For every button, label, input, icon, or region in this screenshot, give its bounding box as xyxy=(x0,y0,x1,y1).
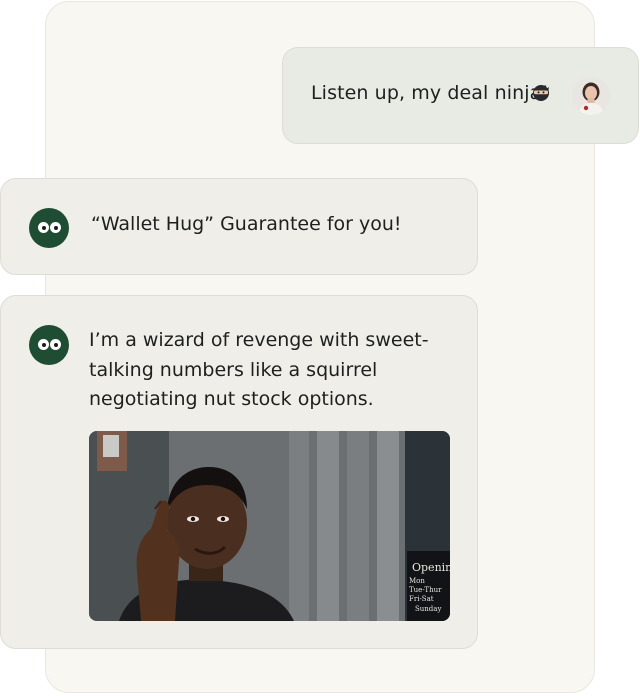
bot-message-text: “Wallet Hug” Guarantee for you! xyxy=(91,213,402,235)
eye-icon xyxy=(50,339,61,350)
svg-text:Sunday: Sunday xyxy=(415,605,441,613)
eye-icon xyxy=(38,222,49,233)
user-avatar xyxy=(572,77,610,115)
user-message-text: Listen up, my deal ninja! xyxy=(311,82,550,104)
user-message-bubble: Listen up, my deal ninja! xyxy=(282,47,639,144)
eyes-bot-avatar-icon xyxy=(29,325,69,365)
svg-text:Mon: Mon xyxy=(409,577,425,585)
eye-icon xyxy=(38,339,49,350)
meme-image[interactable]: Opening Mon Tue-Thur Fri-Sat Sunday xyxy=(89,431,450,621)
bot-message-bubble: “Wallet Hug” Guarantee for you! xyxy=(0,178,478,275)
svg-text:Opening: Opening xyxy=(412,561,450,574)
ninja-emoji-icon xyxy=(532,84,550,102)
svg-text:Tue-Thur: Tue-Thur xyxy=(409,586,442,594)
eyes-bot-avatar-icon xyxy=(29,208,69,248)
eye-icon xyxy=(50,222,61,233)
svg-text:Fri-Sat: Fri-Sat xyxy=(409,595,434,603)
chat-stage: Listen up, my deal ninja! “Wallet Hug” G… xyxy=(0,0,640,696)
bot-message-text: I’m a wizard of revenge with sweet-talki… xyxy=(89,329,429,410)
bot-message-bubble: I’m a wizard of revenge with sweet-talki… xyxy=(0,295,478,649)
